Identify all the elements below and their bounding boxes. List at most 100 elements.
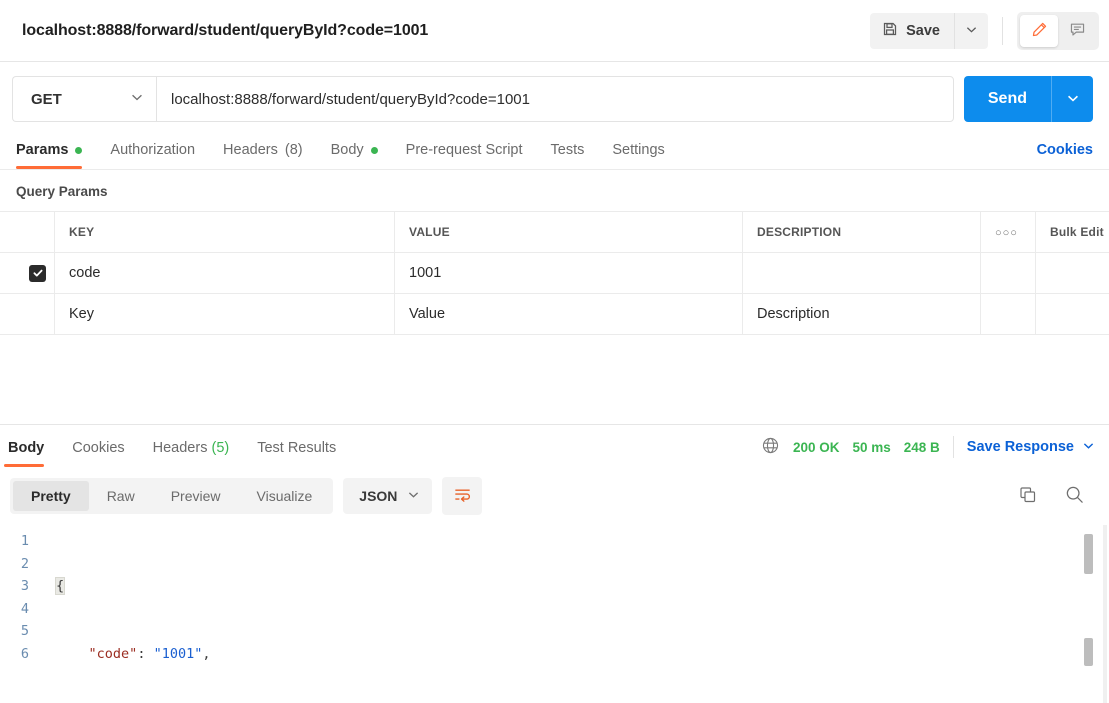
- column-options-button[interactable]: ○○○: [980, 211, 1036, 253]
- top-actions: Save: [870, 11, 1099, 50]
- query-params-label: Query Params: [16, 184, 108, 199]
- response-body-viewer[interactable]: 1 2 3 4 5 6 { "code": "1001", "name": "F…: [0, 523, 1109, 688]
- line-number: 4: [20, 600, 29, 617]
- table-row: code 1001: [0, 252, 1109, 294]
- response-time: 50 ms: [852, 439, 891, 455]
- row-checkbox[interactable]: [29, 264, 46, 282]
- json-key: "code": [88, 645, 138, 662]
- format-select[interactable]: JSON: [343, 478, 433, 514]
- tab-tests[interactable]: Tests: [537, 136, 599, 169]
- chevron-down-icon: [130, 90, 144, 109]
- chevron-down-icon: [965, 23, 978, 39]
- tab-headers[interactable]: Headers (8): [209, 136, 317, 169]
- send-button[interactable]: Send: [963, 76, 1051, 122]
- copy-button[interactable]: [1018, 485, 1038, 508]
- chevron-down-icon: [1066, 91, 1080, 108]
- line-number: 1: [20, 533, 29, 549]
- tab-tests-label: Tests: [550, 142, 585, 158]
- response-scrollbar-thumb[interactable]: [1084, 534, 1093, 574]
- line-number-gutter: 1 2 3 4 5 6: [0, 523, 38, 703]
- status-badge: 200 OK: [792, 439, 840, 455]
- line-number: 2: [20, 555, 29, 572]
- tab-settings-label: Settings: [612, 142, 665, 158]
- page-scrollbar-thumb[interactable]: [1084, 638, 1093, 666]
- tab-headers-count: (8): [284, 142, 303, 158]
- response-toolbar-right: [1018, 484, 1095, 508]
- params-spacer: [0, 335, 1109, 424]
- send-button-group: Send: [963, 76, 1093, 122]
- search-button[interactable]: [1064, 484, 1085, 508]
- code-line: "code": "1001",: [88, 645, 211, 662]
- response-tab-test-results[interactable]: Test Results: [243, 428, 350, 467]
- method-label: GET: [31, 90, 62, 108]
- empty-row-options-cell: [980, 293, 1036, 335]
- view-toggle-group: [1017, 11, 1099, 50]
- save-button-group: Save: [870, 12, 988, 49]
- bulk-edit-button[interactable]: Bulk Edit: [1035, 211, 1109, 253]
- url-input[interactable]: localhost:8888/forward/student/queryById…: [156, 76, 954, 122]
- response-tab-body[interactable]: Body: [4, 428, 58, 467]
- view-mode-segmented-control: Pretty Raw Preview Visualize: [10, 478, 334, 514]
- json-key-text: code: [96, 645, 130, 662]
- send-dropdown-button[interactable]: [1051, 76, 1093, 122]
- tab-settings[interactable]: Settings: [598, 136, 678, 169]
- modified-dot-icon: [370, 146, 378, 154]
- response-tab-cookies[interactable]: Cookies: [58, 428, 138, 467]
- param-key-input[interactable]: code: [54, 252, 395, 294]
- tab-body[interactable]: Body: [317, 136, 392, 169]
- column-header-value: VALUE: [394, 211, 743, 253]
- view-mode-pretty[interactable]: Pretty: [13, 481, 89, 511]
- search-icon: [1064, 484, 1085, 508]
- page-title: localhost:8888/forward/student/queryById…: [22, 21, 429, 39]
- empty-param-description-input[interactable]: Description: [742, 293, 981, 335]
- request-tabs: Params Authorization Headers (8) Body Pr…: [0, 136, 1109, 169]
- pencil-icon-button[interactable]: [1020, 14, 1058, 47]
- cookies-link[interactable]: Cookies: [1037, 142, 1093, 169]
- tab-pre-request-script[interactable]: Pre-request Script: [392, 136, 537, 169]
- param-description-input[interactable]: [742, 252, 981, 294]
- tab-authorization-label: Authorization: [110, 142, 196, 158]
- save-button-label: Save: [906, 22, 940, 39]
- save-dropdown-button[interactable]: [954, 12, 988, 49]
- top-bar: localhost:8888/forward/student/queryById…: [0, 0, 1109, 62]
- method-select[interactable]: GET: [12, 76, 156, 122]
- response-tab-headers-label: Headers: [152, 439, 208, 456]
- view-mode-preview[interactable]: Preview: [153, 481, 239, 511]
- response-tab-headers[interactable]: Headers (5): [139, 428, 244, 467]
- empty-param-value-input[interactable]: Value: [394, 293, 743, 335]
- line-number: 3: [20, 578, 29, 595]
- comment-icon-button[interactable]: [1058, 15, 1096, 47]
- row-spacer-cell: [1035, 252, 1109, 294]
- tab-authorization[interactable]: Authorization: [96, 136, 209, 169]
- tab-params[interactable]: Params: [12, 136, 96, 169]
- line-number: 5: [20, 623, 29, 640]
- json-code-content[interactable]: { "code": "1001", "name": "Forward", "ag…: [38, 523, 438, 703]
- tab-pre-request-script-label: Pre-request Script: [405, 142, 523, 158]
- response-body-toolbar: Pretty Raw Preview Visualize JSON: [0, 469, 1109, 523]
- floppy-disk-icon: [882, 21, 898, 41]
- word-wrap-button[interactable]: [442, 477, 483, 515]
- tab-headers-label: Headers: [223, 142, 278, 158]
- response-size: 248 B: [903, 439, 940, 455]
- url-bar: GET localhost:8888/forward/student/query…: [0, 62, 1109, 136]
- tab-body-label: Body: [330, 142, 364, 158]
- param-value-input[interactable]: 1001: [394, 252, 743, 294]
- empty-row-checkbox-cell: [0, 293, 55, 335]
- save-response-button[interactable]: Save Response: [967, 439, 1095, 456]
- pencil-icon: [1031, 21, 1048, 41]
- globe-icon: [761, 436, 780, 458]
- response-panel: Body Cookies Headers (5) Test Results 20…: [0, 424, 1109, 688]
- tab-params-label: Params: [16, 142, 69, 158]
- comment-icon: [1069, 21, 1086, 41]
- response-tabs: Body Cookies Headers (5) Test Results 20…: [0, 425, 1109, 469]
- code-scroll: 1 2 3 4 5 6 { "code": "1001", "name": "F…: [0, 523, 1109, 703]
- json-value-code: "1001": [153, 645, 203, 662]
- outer-scrollbar-track[interactable]: [1103, 525, 1107, 703]
- view-mode-visualize[interactable]: Visualize: [239, 481, 331, 511]
- save-button[interactable]: Save: [870, 12, 954, 49]
- view-mode-raw[interactable]: Raw: [89, 481, 153, 511]
- format-select-label: JSON: [359, 488, 398, 504]
- empty-param-key-input[interactable]: Key: [54, 293, 395, 335]
- response-meta: 200 OK 50 ms 248 B Save Response: [761, 436, 1095, 458]
- select-all-column: [0, 211, 55, 253]
